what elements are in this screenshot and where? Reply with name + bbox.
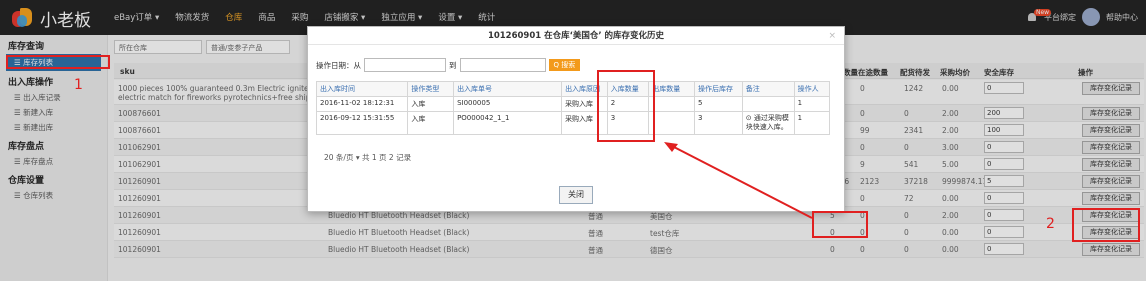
arrow-annotation [664,142,813,219]
